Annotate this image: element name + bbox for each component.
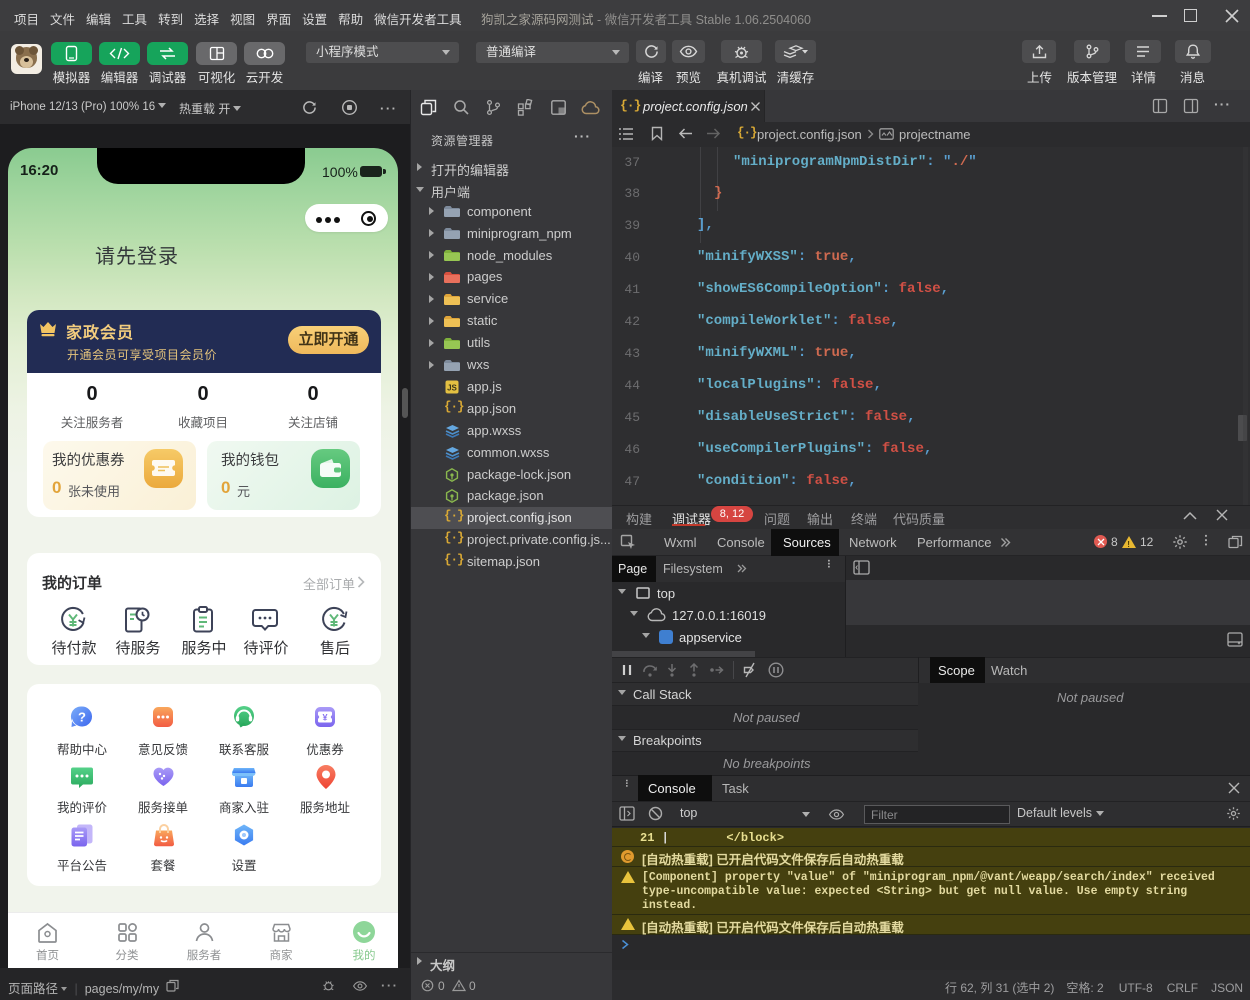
svg-text:¥: ¥ — [322, 713, 327, 723]
svg-text:JS: JS — [447, 383, 457, 392]
svg-text:?: ? — [78, 710, 86, 725]
